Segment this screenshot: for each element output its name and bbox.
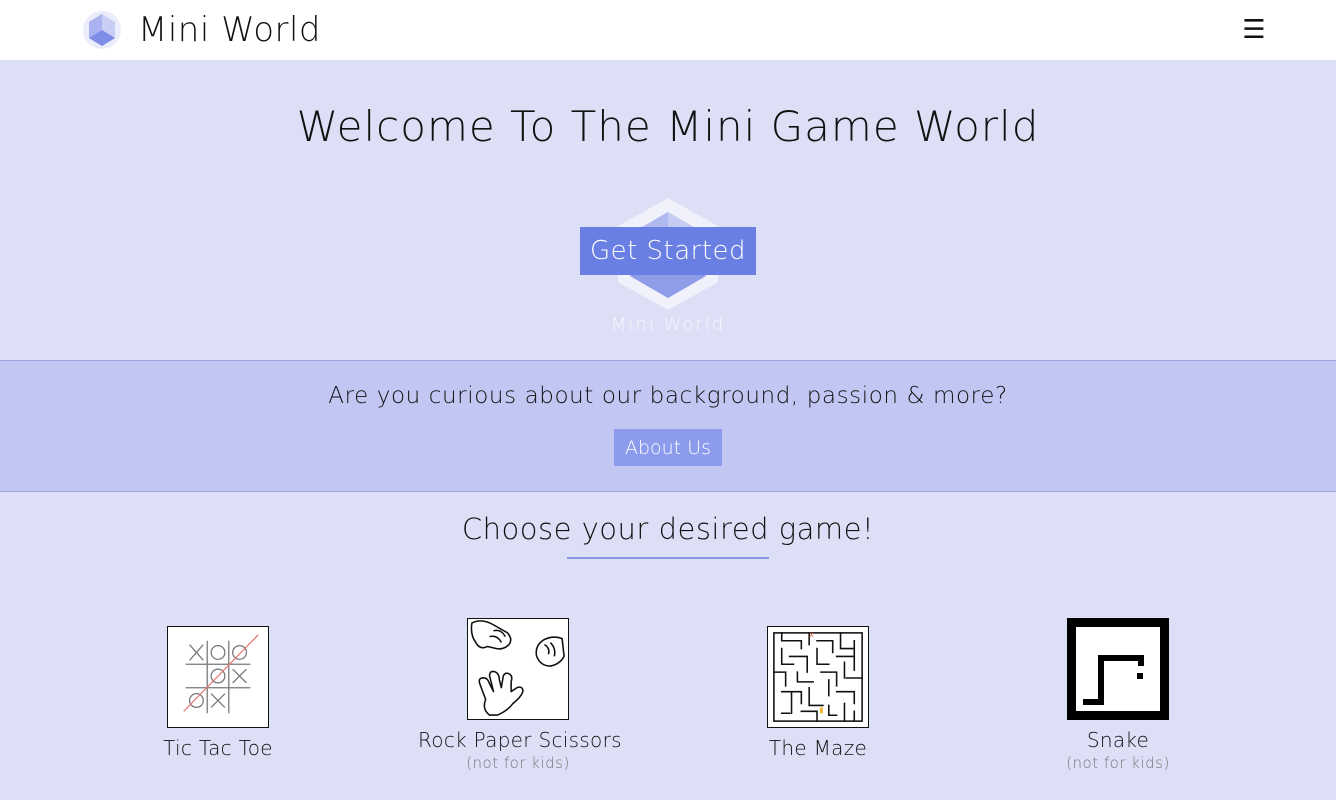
game-name: The Maze	[768, 736, 868, 760]
hero-title: Welcome To The Mini Game World	[296, 102, 1040, 151]
game-card-snake[interactable]: Snake (not for kids)	[1018, 618, 1218, 772]
hamburger-menu-icon[interactable]: ☰	[1240, 16, 1268, 44]
game-card-the-maze[interactable]: x The Maze	[718, 626, 918, 760]
game-card-tic-tac-toe[interactable]: Tic Tac Toe	[118, 626, 318, 760]
game-name: Tic Tac Toe	[163, 736, 273, 760]
top-navbar: Mini World ☰	[0, 0, 1336, 60]
game-note: (not for kids)	[1066, 754, 1170, 772]
tic-tac-toe-icon	[167, 626, 269, 728]
get-started-button[interactable]: Get Started	[580, 227, 756, 275]
maze-icon: x	[767, 626, 869, 728]
about-section: Are you curious about our background, pa…	[0, 360, 1336, 492]
game-note: (not for kids)	[466, 754, 570, 772]
brand[interactable]: Mini World	[82, 8, 321, 52]
about-question: Are you curious about our background, pa…	[328, 383, 1008, 409]
cube-logo-icon	[83, 11, 121, 49]
snake-icon	[1067, 618, 1169, 720]
games-title: Choose your desired game!	[461, 512, 875, 546]
hero-section: Welcome To The Mini Game World Mini Worl…	[0, 60, 1336, 360]
game-name: Snake	[1086, 728, 1150, 752]
game-name: Rock Paper Scissors	[418, 728, 622, 752]
game-card-rock-paper-scissors[interactable]: Rock Paper Scissors (not for kids)	[418, 618, 622, 772]
hands-icon	[467, 618, 569, 720]
brand-name: Mini World	[138, 10, 322, 50]
about-us-button[interactable]: About Us	[614, 429, 722, 466]
svg-text:x: x	[809, 630, 814, 639]
title-underline	[567, 557, 769, 559]
watermark-text: Mini World	[610, 314, 726, 335]
